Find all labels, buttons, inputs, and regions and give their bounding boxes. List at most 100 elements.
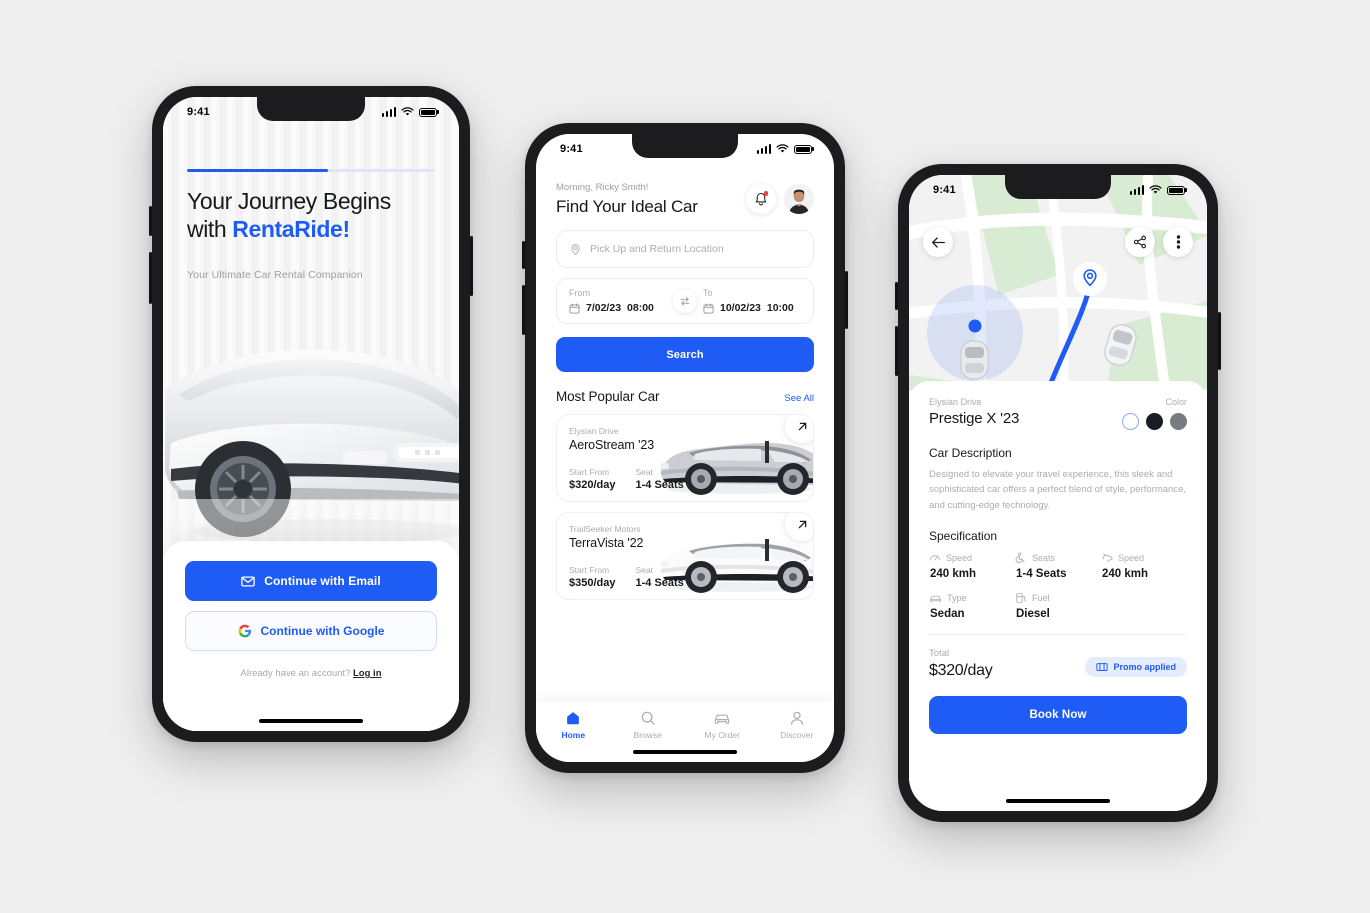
book-now-button[interactable]: Book Now bbox=[929, 696, 1187, 735]
envelope-icon bbox=[241, 575, 255, 587]
color-swatch-gray[interactable] bbox=[1170, 413, 1187, 430]
specification-title: Specification bbox=[929, 529, 998, 544]
home-content: Morning, Ricky Smith! Find Your Ideal Ca… bbox=[536, 134, 834, 762]
continue-with-email-label: Continue with Email bbox=[264, 574, 381, 588]
nav-item-my-order[interactable]: My Order bbox=[692, 710, 752, 740]
home-indicator bbox=[259, 719, 363, 723]
screen-home: 9:41 Morning, Ricky Smith! Find Your Ide bbox=[536, 134, 834, 762]
power-button[interactable] bbox=[1218, 312, 1221, 370]
swap-arrows-icon bbox=[680, 296, 690, 306]
total-block: Total $320/day bbox=[929, 648, 993, 680]
more-vertical-icon bbox=[1176, 235, 1180, 249]
continue-with-google-button[interactable]: Continue with Google bbox=[185, 611, 437, 651]
spec-label: Seats bbox=[1031, 553, 1055, 564]
from-field[interactable]: From 7/02/23 08:00 bbox=[569, 288, 667, 314]
wifi-icon bbox=[401, 107, 414, 116]
status-icons bbox=[756, 144, 812, 154]
spec-item: Type Sedan bbox=[929, 592, 1015, 620]
spec-item: Speed 240 kmh bbox=[929, 552, 1015, 580]
status-bar: 9:41 bbox=[163, 97, 459, 118]
see-all-link[interactable]: See All bbox=[784, 393, 814, 404]
nav-label: Browse bbox=[633, 730, 662, 740]
car-icon bbox=[930, 595, 941, 602]
spec-value: Sedan bbox=[930, 608, 965, 621]
header-actions bbox=[746, 184, 814, 214]
swap-dates-button[interactable] bbox=[673, 289, 697, 313]
person-icon bbox=[790, 711, 803, 725]
color-label: Color bbox=[1165, 397, 1187, 407]
status-bar: 9:41 bbox=[909, 175, 1207, 196]
price-block: Start From $350/day bbox=[569, 565, 615, 589]
car-identity: Elysian Drive Prestige X '23 bbox=[929, 397, 1019, 427]
from-time: 08:00 bbox=[627, 302, 654, 314]
from-label: From bbox=[569, 288, 590, 298]
nav-item-discover[interactable]: Discover bbox=[767, 710, 827, 740]
seat-label: Seat bbox=[635, 565, 653, 575]
back-button[interactable] bbox=[923, 227, 953, 257]
onboarding-progress bbox=[187, 169, 435, 172]
nav-item-browse[interactable]: Browse bbox=[618, 710, 678, 740]
mockup-stage: 9:41 Your Journey Begins with RentaRide!… bbox=[0, 0, 1370, 913]
to-field[interactable]: To 10/02/23 10:00 bbox=[703, 288, 801, 314]
map-right-controls bbox=[1125, 227, 1193, 257]
status-icons bbox=[381, 107, 437, 117]
login-link[interactable]: Log in bbox=[353, 668, 382, 679]
login-prompt-text: Already have an account? bbox=[240, 668, 351, 679]
seat-block: Seat 1-4 Seats bbox=[635, 467, 683, 491]
price-label: Start From bbox=[569, 565, 610, 575]
wifi-icon bbox=[776, 144, 789, 153]
to-label: To bbox=[703, 288, 713, 298]
page-subtitle: Your Ultimate Car Rental Companion bbox=[187, 269, 363, 281]
total-label: Total bbox=[929, 648, 950, 660]
car-stats: Start From $350/day Seat 1-4 Seats bbox=[569, 565, 684, 589]
promo-label: Promo applied bbox=[1113, 662, 1176, 673]
description-text: Designed to elevate your travel experien… bbox=[929, 469, 1186, 511]
nav-item-home[interactable]: Home bbox=[543, 710, 603, 740]
phone-car-detail: 9:41 Elysian Drive Prestige X '23 Color … bbox=[895, 164, 1221, 822]
search-button[interactable]: Search bbox=[556, 337, 814, 372]
promo-badge[interactable]: Promo applied bbox=[1085, 657, 1187, 678]
title-line-1: Your Journey Begins bbox=[187, 188, 391, 214]
seat-icon bbox=[1015, 552, 1025, 564]
price-label: Start From bbox=[569, 467, 610, 477]
user-avatar-photo bbox=[784, 184, 814, 214]
wifi-icon bbox=[1149, 185, 1162, 194]
car-card[interactable]: TrailSeeker Motors TerraVista '22 Start … bbox=[556, 512, 814, 600]
home-indicator bbox=[633, 750, 737, 754]
price-value: $320/day bbox=[569, 479, 616, 491]
page-title: Your Journey Begins with RentaRide! bbox=[187, 187, 441, 243]
power-button[interactable] bbox=[845, 271, 848, 329]
avatar[interactable] bbox=[784, 184, 814, 214]
spec-label: Type bbox=[947, 593, 967, 604]
calendar-icon bbox=[569, 303, 580, 313]
car-card[interactable]: Elysian Drive AeroStream '23 Start From … bbox=[556, 414, 814, 502]
home-header: Morning, Ricky Smith! Find Your Ideal Ca… bbox=[556, 182, 814, 217]
more-options-button[interactable] bbox=[1163, 227, 1193, 257]
nav-label: Discover bbox=[780, 730, 814, 740]
color-swatch-black[interactable] bbox=[1146, 413, 1163, 430]
color-swatch-white[interactable] bbox=[1122, 413, 1139, 430]
brand-name: RentaRide! bbox=[232, 216, 350, 243]
notifications-button[interactable] bbox=[746, 184, 776, 214]
price-value: $350/day bbox=[569, 577, 616, 589]
total-value: $320/day bbox=[929, 662, 993, 680]
power-button[interactable] bbox=[470, 236, 473, 296]
location-input[interactable]: Pick Up and Return Location bbox=[556, 230, 814, 268]
car-stats: Start From $320/day Seat 1-4 Seats bbox=[569, 467, 684, 491]
seat-value: 1-4 Seats bbox=[635, 577, 684, 589]
home-heading: Find Your Ideal Car bbox=[556, 197, 698, 216]
destination-marker bbox=[1073, 262, 1107, 296]
car-name: Prestige X '23 bbox=[929, 410, 1020, 427]
phone-home: 9:41 Morning, Ricky Smith! Find Your Ide bbox=[522, 123, 848, 773]
seat-value: 1-4 Seats bbox=[635, 479, 684, 491]
spec-label: Speed bbox=[1117, 553, 1144, 564]
hero-car-image bbox=[163, 349, 459, 545]
to-time: 10:00 bbox=[766, 302, 794, 314]
speedometer-icon bbox=[929, 555, 941, 561]
price-block: Start From $320/day bbox=[569, 467, 615, 491]
share-button[interactable] bbox=[1125, 227, 1155, 257]
continue-with-email-button[interactable]: Continue with Email bbox=[185, 561, 437, 601]
google-g-icon bbox=[238, 624, 251, 638]
spec-item: Speed 240 kmh bbox=[1101, 552, 1187, 580]
status-time: 9:41 bbox=[560, 143, 583, 155]
